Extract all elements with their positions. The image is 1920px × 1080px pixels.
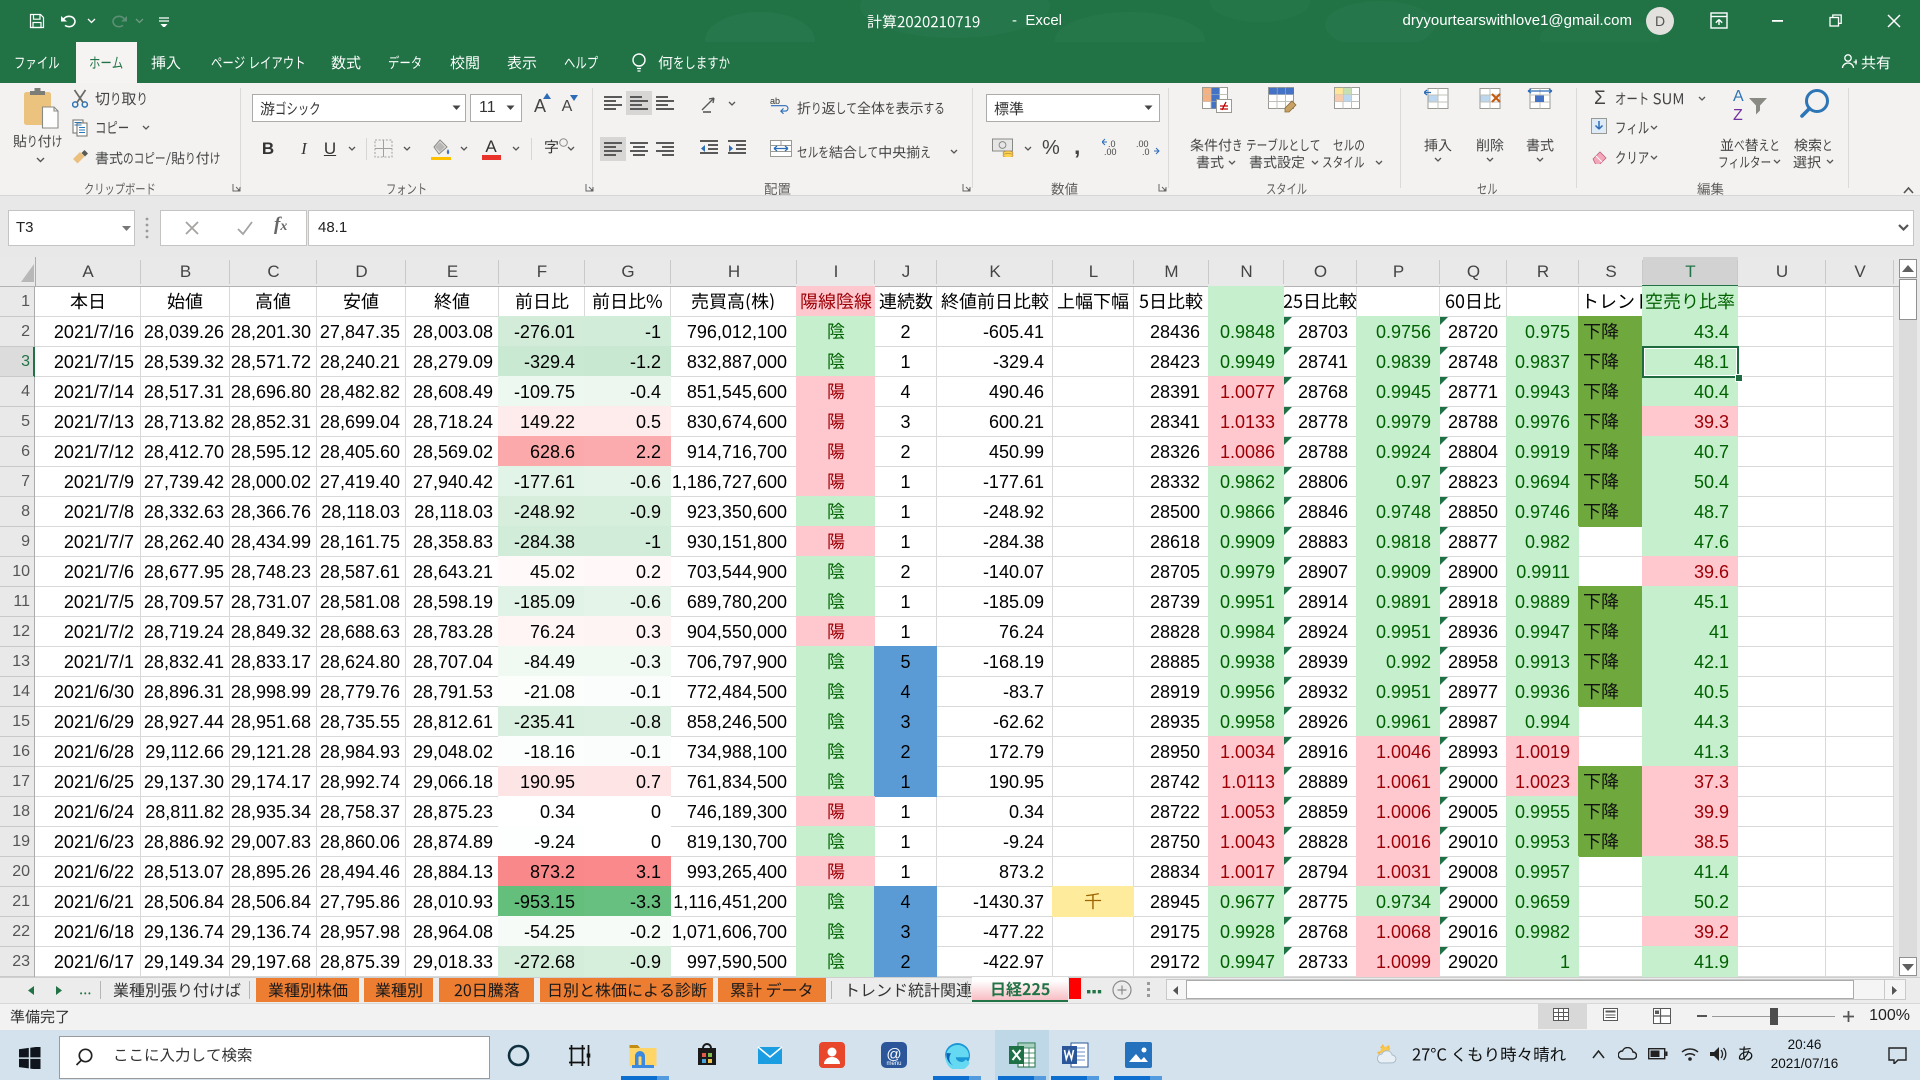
svg-text:.0: .0 [1142, 147, 1150, 156]
svg-text:menu: menu [886, 1061, 901, 1067]
svg-text:.00: .00 [1104, 147, 1117, 156]
svg-text:ab: ab [770, 96, 780, 106]
